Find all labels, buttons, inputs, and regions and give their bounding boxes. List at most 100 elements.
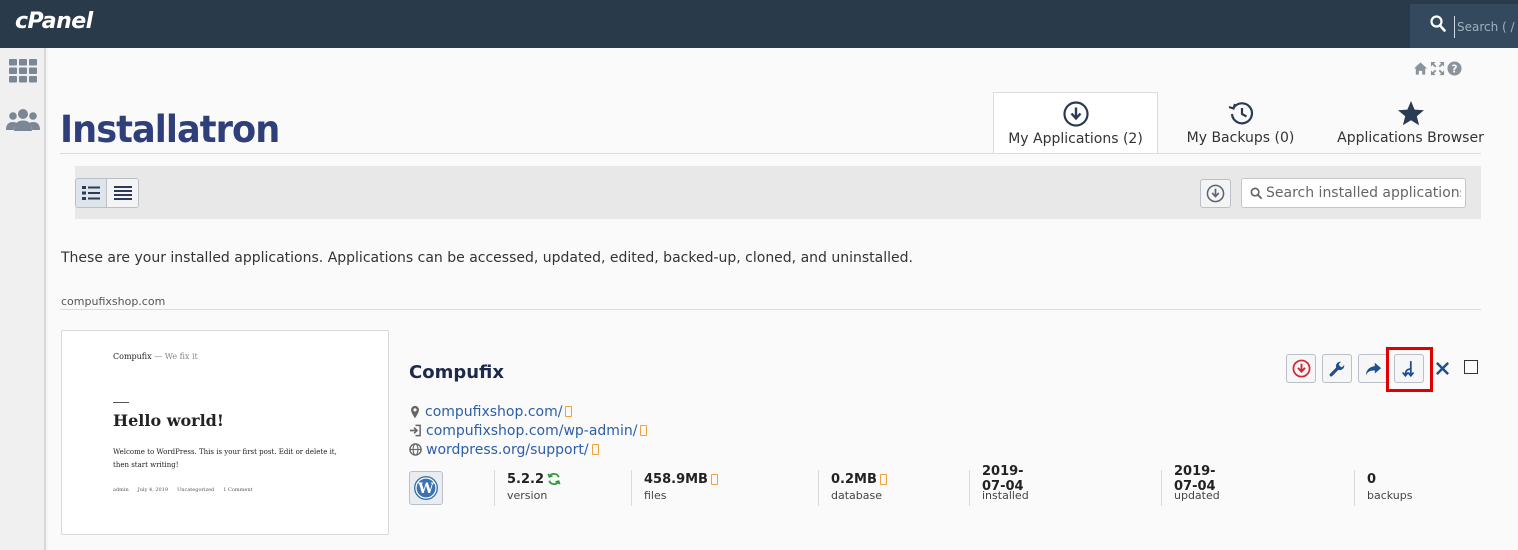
stat-database-value: 0.2MB [831,471,877,487]
refresh-icon[interactable] [547,472,561,486]
admin-link[interactable]: compufixshop.com/wp-admin/ [426,423,637,439]
stat-version-label: version [507,489,548,502]
site-link[interactable]: compufixshop.com/ [425,404,562,420]
stat-updated-value: 2019-07-04 [1174,464,1216,494]
stat-installed-value: 2019-07-04 [982,464,1024,494]
tab-label: My Backups (0) [1186,130,1295,146]
app-search-input[interactable] [1266,184,1461,202]
map-pin-icon [411,405,419,418]
stat-files-label: files [644,489,667,502]
thumb-site-tagline: — We fix it [154,352,198,361]
stat-database-label: database [831,489,882,502]
search-icon [1430,15,1446,32]
view-toggle [75,178,139,208]
thumb-meta-category: Uncategorized [177,487,215,493]
tab-my-backups[interactable]: My Backups (0) [1158,92,1323,154]
external-link-icon[interactable] [879,473,887,485]
update-button[interactable] [1358,354,1388,383]
stat-installed: 2019-07-04 installed [969,464,1029,506]
wrench-icon [1329,361,1345,376]
stat-version-value: 5.2.2 [507,471,545,487]
sidebar-item-tools[interactable] [8,58,40,88]
thumb-post-body: Welcome to WordPress. This is your first… [113,448,337,469]
external-link-icon [640,425,648,436]
expand-icon[interactable] [1430,61,1445,76]
stat-files: 458.9MB files [631,470,718,506]
domain-heading: compufixshop.com [61,295,166,308]
svg-text:W: W [417,481,434,497]
link-row-support: wordpress.org/support/ [409,440,647,459]
link-row-site: compufixshop.com/ [409,402,647,421]
thumb-rule [113,402,129,403]
svg-text:?: ? [1452,63,1458,75]
sidebar [0,48,46,550]
stat-files-value: 458.9MB [644,471,708,487]
thumb-post-title: Hello world! [113,411,224,430]
grid-icon [9,59,37,83]
thumb-meta-date: July 4, 2019 [137,487,169,493]
thumb-site-name: Compufix [113,352,152,361]
thumb-post-meta: admin July 4, 2019 Uncategorized 1 Comme… [113,487,253,493]
cpanel-logo[interactable]: cPanel [15,9,93,34]
search-icon [1250,187,1263,200]
stat-installed-label: installed [982,489,1029,502]
external-link-icon [565,406,573,417]
backup-download-icon [1292,359,1310,378]
wordpress-icon: W [414,476,438,500]
clone-fork-icon [1402,360,1414,377]
link-row-admin: compufixshop.com/wp-admin/ [409,421,648,440]
wordpress-logo[interactable]: W [409,471,443,505]
select-app-checkbox[interactable] [1464,360,1478,374]
thumb-site-title: Compufix — We fix it [113,352,198,361]
stat-backups-value: 0 [1367,471,1377,487]
edit-button[interactable] [1322,354,1352,383]
list-detail-icon [82,186,100,200]
compact-view-button[interactable] [107,179,138,207]
home-icon[interactable] [1413,61,1428,76]
clone-button[interactable] [1394,354,1424,383]
tab-applications-browser[interactable]: Applications Browser [1323,92,1498,154]
detail-view-button[interactable] [76,179,107,207]
app-search-box [1241,178,1466,208]
external-link-icon[interactable] [710,473,718,485]
history-icon [1228,102,1253,125]
global-search-input[interactable] [1454,16,1518,38]
globe-icon [409,443,422,456]
tab-label: Applications Browser [1337,130,1484,146]
tab-label: My Applications (2) [1008,131,1143,147]
domain-divider [60,309,1481,310]
share-arrow-icon [1365,362,1382,375]
stat-database: 0.2MB database [818,470,887,506]
users-icon [6,109,40,131]
main-content: ? Installatron My Applications (2) My Ba… [48,48,1518,550]
external-link-icon [591,444,599,455]
tab-my-applications[interactable]: My Applications (2) [993,92,1158,154]
apps-toolbar [75,166,1481,219]
app-links: compufixshop.com/ compufixshop.com/wp-ad… [409,402,648,459]
list-compact-icon [113,186,132,200]
utility-icons: ? [1413,61,1462,76]
thumb-meta-comments: 1 Comment [223,487,253,493]
intro-text: These are your installed applications. A… [61,250,913,266]
stat-backups: 0 backups [1354,470,1413,506]
help-icon[interactable]: ? [1447,61,1462,76]
tab-divider [60,153,1481,154]
top-bar: cPanel [0,0,1518,48]
download-circle-icon [1206,184,1225,203]
app-name[interactable]: Compufix [409,362,504,383]
site-screenshot[interactable]: Compufix — We fix it Hello world! Welcom… [61,330,389,535]
tab-bar: My Applications (2) My Backups (0) Appli… [993,92,1498,154]
global-search [1410,4,1518,48]
star-icon [1397,101,1424,126]
download-circle-icon [1062,101,1089,127]
stat-version: 5.2.2 version [494,470,561,506]
sidebar-item-users[interactable] [6,108,40,138]
uninstall-button[interactable] [1430,354,1454,383]
support-link[interactable]: wordpress.org/support/ [426,442,589,458]
stat-backups-label: backups [1367,489,1413,502]
installatron-logo: Installatron [60,108,280,151]
backup-button[interactable] [1286,354,1316,383]
stat-updated: 2019-07-04 updated [1161,464,1220,506]
install-download-button[interactable] [1200,179,1231,208]
app-actions [1286,354,1478,383]
